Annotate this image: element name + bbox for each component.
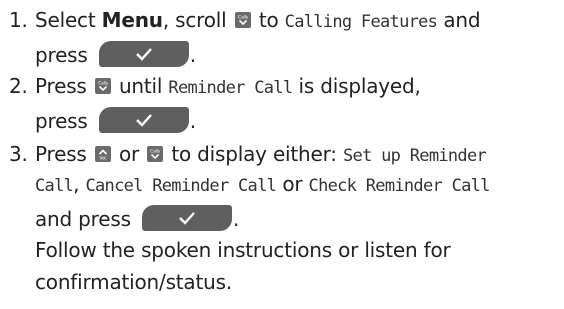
step-3-line-2: Call, Cancel Reminder Call or Check Remi… bbox=[35, 170, 490, 200]
step-2-line-2: press . bbox=[35, 102, 196, 135]
step-1-line-1: 1. Select Menu, scroll Calls to Calling F… bbox=[9, 6, 481, 36]
step-text: Follow the spoken instructions or listen… bbox=[35, 238, 451, 262]
step-number: 1. bbox=[9, 8, 28, 32]
svg-text:Calls: Calls bbox=[238, 15, 249, 21]
step-text: until bbox=[112, 74, 169, 98]
step-text: is displayed, bbox=[292, 74, 421, 98]
step-3-line-3: and press . bbox=[35, 200, 239, 233]
instructions-document: 1. Select Menu, scroll Calls to Calling F… bbox=[0, 0, 564, 309]
menu-label: Menu bbox=[101, 8, 163, 32]
step-number: 3. bbox=[9, 142, 28, 166]
step-text: . bbox=[189, 109, 196, 133]
step-text: press bbox=[35, 43, 94, 67]
display-text: Calling Features bbox=[284, 12, 438, 32]
svg-text:Calls: Calls bbox=[98, 81, 109, 87]
display-text: Check Reminder Call bbox=[308, 176, 491, 196]
svg-text:Vol.: Vol. bbox=[99, 156, 106, 162]
step-text: . bbox=[189, 43, 196, 67]
display-text: Call bbox=[35, 176, 74, 196]
step-text: to display either: bbox=[165, 142, 343, 166]
display-text: Set up Reminder bbox=[343, 146, 487, 166]
step-3-line-4: Follow the spoken instructions or listen… bbox=[35, 236, 451, 264]
step-text: or bbox=[276, 172, 309, 196]
ok-checkmark-key-icon bbox=[98, 41, 189, 67]
step-3-line-5: confirmation/status. bbox=[35, 268, 232, 296]
step-text: , bbox=[73, 172, 86, 196]
step-text: to bbox=[252, 8, 285, 32]
step-text: . bbox=[232, 207, 240, 231]
step-text: , scroll bbox=[162, 8, 233, 32]
step-1-line-2: press . bbox=[35, 36, 196, 69]
calls-down-key-icon: Calls bbox=[234, 12, 251, 28]
step-text: or bbox=[112, 142, 146, 166]
vol-up-key-icon: Vol. bbox=[94, 146, 111, 162]
svg-text:Calls: Calls bbox=[150, 149, 161, 155]
step-text: Press bbox=[35, 142, 93, 166]
display-text: Cancel Reminder Call bbox=[85, 176, 277, 196]
step-text: confirmation/status. bbox=[35, 270, 232, 294]
ok-checkmark-key-icon bbox=[141, 205, 232, 231]
step-text: Select bbox=[35, 8, 102, 32]
step-text: and bbox=[437, 8, 481, 32]
step-number: 2. bbox=[9, 74, 28, 98]
step-2-line-1: 2. Press Calls until Reminder Call is dis… bbox=[9, 72, 421, 102]
step-text: and press bbox=[35, 207, 137, 231]
step-3-line-1: 3. Press Vol. or Calls to display either:… bbox=[9, 140, 487, 170]
ok-checkmark-key-icon bbox=[98, 107, 189, 133]
step-text: Press bbox=[35, 74, 93, 98]
calls-down-key-icon: Calls bbox=[147, 146, 164, 162]
calls-down-key-icon: Calls bbox=[94, 78, 111, 94]
display-text: Reminder Call bbox=[168, 78, 293, 98]
step-text: press bbox=[35, 109, 94, 133]
